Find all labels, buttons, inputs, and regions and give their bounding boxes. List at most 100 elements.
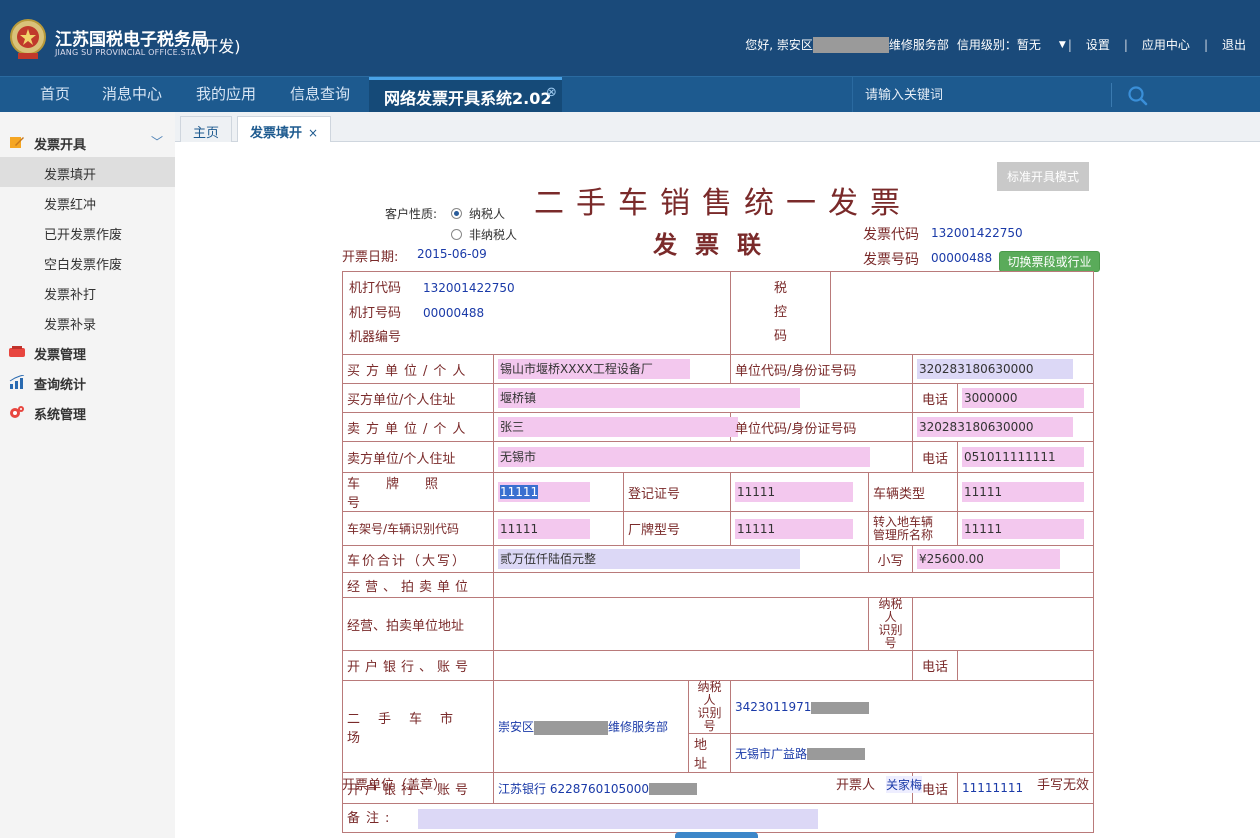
dealer-field[interactable] [492,572,1095,598]
model-field[interactable]: 11111 [735,518,854,539]
submit-button[interactable] [675,832,758,838]
nav-active-label: 网络发票开具系统2.02 [384,89,552,108]
nav-home[interactable]: 首页 [40,83,70,104]
issuer-label: 开票人 [836,778,876,793]
radio-label: 纳税人 [469,207,506,221]
sidebar-group-invoice-mgmt[interactable]: 发票管理 [0,337,175,367]
machine-code: 132001422750 [423,281,515,295]
search-icon[interactable] [1127,85,1149,107]
invoice-date: 2015-06-09 [417,247,487,261]
sidebar-item-fill-invoice[interactable]: 发票填开 [0,157,175,187]
remark-field[interactable] [417,808,818,829]
buyer-id-label: 单位代码/身份证号码 [730,354,914,384]
reg-field[interactable]: 11111 [735,482,854,502]
sidebar-group-label: 发票管理 [34,348,87,363]
machine-code-label: 机打代码 [349,281,402,296]
logout-link[interactable]: 退出 [1222,36,1246,53]
invoice-number-label: 发票号码 [863,252,919,268]
transfer-label-2: 管理所名称 [873,527,934,542]
nav-messages[interactable]: 消息中心 [102,83,162,104]
sidebar-item-red-invoice[interactable]: 发票红冲 [0,187,175,217]
sidebar-group-system[interactable]: 系统管理 [0,397,175,427]
main-nav: 首页 消息中心 我的应用 信息查询 网络发票开具系统2.02 ⊗ [0,76,1260,113]
switch-segment-button[interactable]: 切换票段或行业 [999,251,1100,272]
invoice-title: 二手车销售统一发票 [534,186,912,221]
sidebar-group-label: 发票开具 [34,138,87,153]
nav-invoice-system-tab[interactable]: 网络发票开具系统2.02 ⊗ [369,77,562,113]
buyer-label: 买方单位/个人 [342,354,494,384]
chart-icon [9,375,25,389]
dealer-addr-field[interactable] [492,597,870,651]
seller-addr-field[interactable]: 无锡市 [498,447,870,467]
close-icon[interactable]: × [308,126,318,140]
sidebar-item-label: 发票红冲 [44,198,97,213]
machine-row: 机打代码 132001422750 机打号码 00000488 机器编号 税控码 [341,271,1095,355]
radio-checked[interactable] [451,208,462,219]
sidebar-item-label: 空白发票作废 [44,258,123,273]
sidebar-group-invoice-issue[interactable]: 发票开具 ﹀ [0,127,175,157]
transfer-label-1: 转入地车辆 [873,514,934,529]
divider [1111,83,1112,107]
search-area [852,77,1260,113]
radio-unchecked[interactable] [451,229,462,240]
invoice-number: 00000488 [931,251,993,265]
tax-control-code-cell [830,271,1095,355]
seller-id-field[interactable]: 320283180630000 [917,417,1074,437]
org-suffix: 维修服务部 [888,38,949,52]
app-center-link[interactable]: 应用中心 [1142,36,1190,53]
date-label: 开票日期: [342,250,399,265]
issuer-unit-label: 开票单位（盖章） [342,778,447,793]
bank-label: 开户银行、账号 [342,650,494,681]
seller-phone-field[interactable]: 051011111111 [962,447,1085,467]
sidebar-item-void-issued[interactable]: 已开发票作废 [0,217,175,247]
buyer-addr-field[interactable]: 堰桥镇 [498,388,800,408]
radio-taxpayer[interactable]: 纳税人 [451,205,505,222]
radio-non-taxpayer[interactable]: 非纳税人 [451,226,517,243]
sidebar-item-supplement[interactable]: 发票补录 [0,307,175,337]
vin-field[interactable]: 11111 [498,518,590,539]
invoice-code: 132001422750 [931,226,1023,240]
tab-fill-invoice[interactable]: 发票填开 × [237,116,332,143]
redacted-block [807,748,866,760]
settings-link[interactable]: 设置 [1086,36,1110,53]
redacted-block [812,36,889,53]
buyer-phone-field[interactable]: 3000000 [962,388,1085,408]
redacted-block [649,783,698,795]
dealer-bank-field[interactable] [492,650,914,681]
sidebar-group-label: 查询统计 [34,378,87,393]
dropdown-arrow-icon[interactable]: ▼ [1059,40,1066,50]
transfer-field[interactable]: 11111 [962,518,1085,539]
plate-field[interactable]: 11111 [498,482,590,502]
phone-label: 电话 [912,650,959,681]
nav-my-apps[interactable]: 我的应用 [196,83,256,104]
sidebar-item-void-blank[interactable]: 空白发票作废 [0,247,175,277]
buyer-addr-label: 买方单位/个人住址 [342,383,494,413]
ticket-icon [9,346,25,357]
total-label: 车价合计（大写） [342,545,494,573]
machine-no: 00000488 [423,306,485,320]
machine-no-label: 机打号码 [349,306,402,321]
buyer-field[interactable]: 锡山市堰桥XXXX工程设备厂 [498,359,690,379]
invoice-table: 机打代码 132001422750 机打号码 00000488 机器编号 税控码 买… [341,271,1095,833]
seller-field[interactable]: 张三 [498,417,738,437]
dealer-phone-field[interactable] [957,650,1095,681]
search-input[interactable] [853,81,1109,109]
nav-info-query[interactable]: 信息查询 [290,83,350,104]
sidebar-item-label: 已开发票作废 [44,228,123,243]
buyer-id-field[interactable]: 320283180630000 [917,359,1074,379]
vehicle-type-field[interactable]: 11111 [962,482,1085,502]
handwrite-note: 手写无效 [1037,778,1090,793]
close-icon[interactable]: ⊗ [546,85,557,100]
issuer-name[interactable]: 关家梅 [886,776,923,793]
total-cn-field[interactable]: 贰万伍仟陆佰元整 [498,549,800,569]
sidebar-item-reprint[interactable]: 发票补打 [0,277,175,307]
standard-mode-button[interactable]: 标准开具模式 [997,162,1089,191]
dealer-taxid-field[interactable] [912,597,1095,651]
market-prefix: 崇安区 [498,720,535,734]
total-num-field[interactable]: ¥25600.00 [917,549,1061,569]
chevron-down-icon[interactable]: ﹀ [151,133,163,150]
tab-home[interactable]: 主页 [180,116,233,143]
seller-id-label: 单位代码/身份证号码 [730,412,914,442]
market-bank: 江苏银行 6228760105000 [498,781,650,796]
sidebar-group-query-stats[interactable]: 查询统计 [0,367,175,397]
